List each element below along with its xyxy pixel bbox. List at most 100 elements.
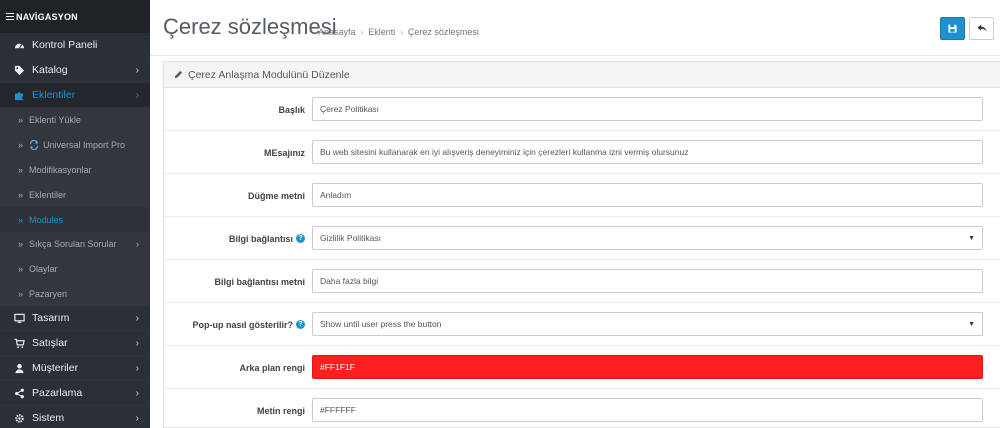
hamburger-icon xyxy=(6,11,14,22)
sidebar-subitem-label: Sıkça Sorulan Sorular xyxy=(29,239,117,250)
chevron-right-icon: › xyxy=(135,337,139,349)
form-row-mesaj: MEsajınız Bu web sitesini kullanarak en … xyxy=(164,131,1000,174)
sidebar-item-sistem[interactable]: Sistem › xyxy=(0,406,150,428)
sidebar-subitem-universal-import-pro[interactable]: » Universal Import Pro xyxy=(0,132,150,158)
sidebar-subitem-pazaryeri[interactable]: » Pazaryeri xyxy=(0,281,150,307)
cog-icon xyxy=(12,413,26,424)
page-title: Çerez sözleşmesi xyxy=(163,14,337,39)
chevron-right-icon: › xyxy=(135,64,139,76)
sync-icon xyxy=(29,140,39,151)
chevron-right-icon: › xyxy=(135,89,139,101)
sidebar-item-label: Eklentiler xyxy=(32,89,76,101)
chevron-right-icon: › xyxy=(135,362,139,374)
sidebar-subitem-label: Modifikasyonlar xyxy=(29,164,92,175)
sidebar-subitem-label: Eklentiler xyxy=(29,189,67,200)
breadcrumb-separator: › xyxy=(360,27,364,37)
sidebar-subitem-label: Eklenti Yükle xyxy=(29,115,81,126)
breadcrumb-link-current[interactable]: Çerez sözleşmesi xyxy=(408,27,479,37)
desktop-icon xyxy=(12,313,26,324)
info-link-select[interactable]: Gizlilik Politikası ▼ xyxy=(312,226,983,250)
pencil-icon xyxy=(174,70,183,79)
button-text-input[interactable]: Anladım xyxy=(312,183,983,207)
bilgi-baglantisi-label: Bilgi bağlantısı? xyxy=(229,217,305,260)
info-link-select-value: Gizlilik Politikası xyxy=(320,233,381,243)
nav-title: NAVİGASYON xyxy=(0,0,150,33)
back-button[interactable] xyxy=(969,17,994,40)
chevron-right-icon: › xyxy=(135,387,139,399)
sidebar-item-katalog[interactable]: Katalog › xyxy=(0,58,150,83)
breadcrumb: Anasayfa › Eklenti › Çerez sözleşmesi xyxy=(318,27,479,37)
sidebar-item-musteriler[interactable]: Müşteriler › xyxy=(0,356,150,382)
save-button[interactable] xyxy=(940,17,965,40)
dashboard-icon xyxy=(12,40,26,51)
panel-heading: Çerez Anlaşma Modulünü Düzenle xyxy=(164,62,1000,88)
sidebar-subitem-label: Olaylar xyxy=(29,264,58,275)
baslik-input[interactable]: Çerez Politikası xyxy=(312,97,983,121)
breadcrumb-link-extension[interactable]: Eklenti xyxy=(368,27,395,37)
sidebar-item-eklentiler[interactable]: Eklentiler › xyxy=(0,83,150,108)
chevron-right-icon: › xyxy=(136,239,139,250)
sidebar-subitem-label: Universal Import Pro xyxy=(43,140,126,151)
double-chevron-icon: » xyxy=(18,214,24,225)
sidebar-item-label: Satışlar xyxy=(32,337,68,350)
sidebar-subitem-eklentiler[interactable]: » Eklentiler xyxy=(0,182,150,208)
mesaj-label: MEsajınız xyxy=(263,147,305,158)
caret-down-icon: ▼ xyxy=(968,234,975,242)
main-content: Çerez sözleşmesi Anasayfa › Eklenti › Çe… xyxy=(150,0,1000,428)
sidebar-item-pazarlama[interactable]: Pazarlama › xyxy=(0,381,150,407)
sidebar-item-label: Katalog xyxy=(32,64,68,76)
page-header: Çerez sözleşmesi Anasayfa › Eklenti › Çe… xyxy=(150,0,1000,56)
background-color-input[interactable]: #FF1F1F xyxy=(312,355,983,379)
popup-label: Pop-up nasıl gösterilir?? xyxy=(192,303,305,346)
text-color-input[interactable]: #FFFFFF xyxy=(312,398,983,422)
sidebar-item-kontrol-paneli[interactable]: Kontrol Paneli xyxy=(0,33,150,58)
sidebar-item-satislar[interactable]: Satışlar › xyxy=(0,331,150,357)
user-icon xyxy=(12,363,26,374)
double-chevron-icon: » xyxy=(18,164,24,175)
help-icon[interactable]: ? xyxy=(296,320,305,329)
sidebar-item-tasarim[interactable]: Tasarım › xyxy=(0,306,150,332)
baslik-label: Başlık xyxy=(278,104,305,115)
metin-rengi-label: Metin rengi xyxy=(256,405,305,416)
breadcrumb-link-home[interactable]: Anasayfa xyxy=(318,27,356,37)
double-chevron-icon: » xyxy=(18,115,24,126)
mesaj-input[interactable]: Bu web sitesini kullanarak en iyi alışve… xyxy=(312,140,983,164)
cart-icon xyxy=(12,338,26,349)
form-row-metin-rengi: Metin rengi #FFFFFF xyxy=(164,389,1000,428)
form-row-popup: Pop-up nasıl gösterilir?? Show until use… xyxy=(164,303,1000,346)
caret-down-icon: ▼ xyxy=(968,320,975,328)
sidebar-subitem-eklenti-yukle[interactable]: » Eklenti Yükle xyxy=(0,108,150,133)
double-chevron-icon: » xyxy=(18,288,24,299)
panel-heading-title: Çerez Anlaşma Modulünü Düzenle xyxy=(188,68,350,81)
double-chevron-icon: » xyxy=(18,189,24,200)
sidebar-subitem-modules[interactable]: » Modules xyxy=(0,207,150,232)
sidebar-item-label: Sistem xyxy=(32,412,65,425)
tag-icon xyxy=(12,65,26,76)
share-icon xyxy=(12,388,26,399)
sidebar-item-label: Pazarlama xyxy=(32,387,83,400)
arka-plan-label: Arka plan rengi xyxy=(239,362,305,373)
puzzle-icon xyxy=(12,90,26,101)
dugme-label: Düğme metni xyxy=(247,190,305,201)
chevron-right-icon: › xyxy=(135,412,139,424)
double-chevron-icon: » xyxy=(18,239,24,250)
popup-mode-select[interactable]: Show until user press the button ▼ xyxy=(312,312,983,336)
help-icon[interactable]: ? xyxy=(296,234,305,243)
sidebar: NAVİGASYON Kontrol Paneli Katalog › Ekle… xyxy=(0,0,150,428)
sidebar-subitem-olaylar[interactable]: » Olaylar xyxy=(0,256,150,282)
sidebar-subitem-modifikasyonlar[interactable]: » Modifikasyonlar xyxy=(0,157,150,183)
sidebar-item-label: Tasarım xyxy=(32,312,70,325)
floppy-disk-icon xyxy=(948,24,957,33)
sidebar-subitem-label: Modules xyxy=(29,214,64,225)
form-row-baslik: Başlık Çerez Politikası xyxy=(164,88,1000,131)
form-row-bilgi-baglantisi: Bilgi bağlantısı? Gizlilik Politikası ▼ xyxy=(164,217,1000,260)
sidebar-item-label: Müşteriler xyxy=(32,362,79,375)
nav-title-label: NAVİGASYON xyxy=(16,11,78,22)
form-row-dugme: Düğme metni Anladım xyxy=(164,174,1000,217)
info-link-text-input[interactable]: Daha fazla bilgi xyxy=(312,269,983,293)
form-row-bilgi-metni: Bilgi bağlantısı metni Daha fazla bilgi xyxy=(164,260,1000,303)
edit-panel: Çerez Anlaşma Modulünü Düzenle Başlık Çe… xyxy=(163,61,1000,428)
chevron-right-icon: › xyxy=(135,312,139,324)
bilgi-metni-label: Bilgi bağlantısı metni xyxy=(214,276,305,287)
sidebar-subitem-sss[interactable]: » Sıkça Sorulan Sorular › xyxy=(0,231,150,257)
